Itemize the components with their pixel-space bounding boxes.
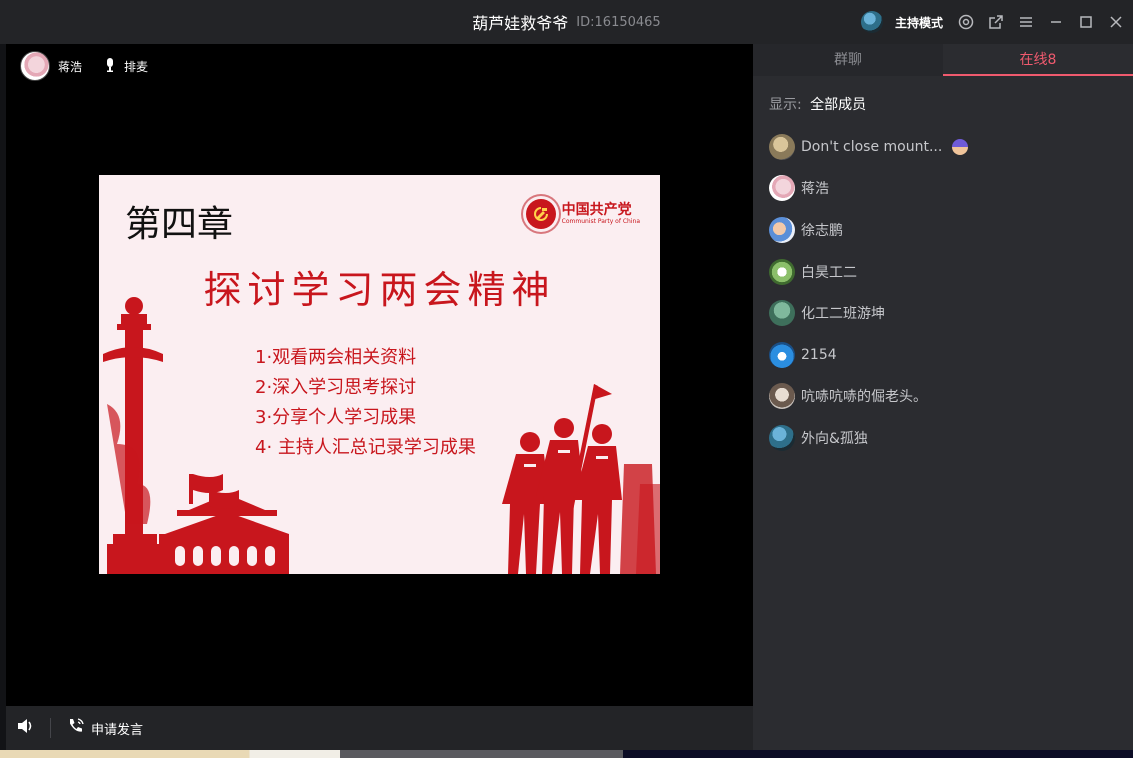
logo-chinese-text: 中国共产党 xyxy=(561,202,632,218)
queue-button[interactable]: 排麦 xyxy=(124,58,148,75)
avatar xyxy=(769,383,795,410)
member-name: 白昊工二 xyxy=(801,264,857,281)
mic-icon xyxy=(104,57,116,76)
volume-icon[interactable] xyxy=(16,717,34,739)
host-mode-label[interactable]: 主持模式 xyxy=(895,14,943,31)
panel-tabs: 群聊 在线8 xyxy=(753,44,1133,76)
avatar xyxy=(769,216,795,243)
hammer-sickle-icon xyxy=(525,199,556,229)
agenda-item: 3·分享个人学习成果 xyxy=(255,407,417,428)
agenda-item: 2·深入学习思考探讨 xyxy=(255,377,417,398)
list-item[interactable]: 外向&孤独 xyxy=(769,417,1117,459)
speaker-name: 蒋浩 xyxy=(58,59,83,74)
member-filter: 显示: 全部成员 xyxy=(753,76,1133,122)
list-item[interactable]: 蒋浩 xyxy=(769,168,1117,210)
member-panel: 群聊 在线8 显示: 全部成员 Don't close mount... 蒋浩 … xyxy=(753,44,1133,750)
avatar xyxy=(769,341,795,368)
slide-heading: 探讨学习两会精神 xyxy=(203,268,556,312)
agenda-item: 1·观看两会相关资料 xyxy=(255,347,417,368)
avatar xyxy=(769,424,795,451)
room-name: 葫芦娃救爷爷 xyxy=(472,14,569,33)
member-badge-icon xyxy=(952,138,969,155)
target-icon[interactable] xyxy=(957,13,975,31)
slide-chapter-title: 第四章 xyxy=(125,204,234,245)
request-speak-button[interactable]: 申请发言 xyxy=(67,717,143,739)
title-bar: 葫芦娃救爷爷 ID:16150465 主持模式 xyxy=(0,0,1133,44)
close-icon[interactable] xyxy=(1107,13,1125,31)
agenda-item: 4· 主持人汇总记录学习成果 xyxy=(255,437,476,458)
party-logo: 中国共产党 Communist Party of China xyxy=(525,199,640,229)
list-item[interactable]: 徐志鹏 xyxy=(769,209,1117,251)
phone-icon xyxy=(67,717,85,739)
member-name: 化工二班游坤 xyxy=(801,306,885,323)
logo-english-text: Communist Party of China xyxy=(561,218,640,225)
host-avatar[interactable] xyxy=(860,11,883,33)
toolbar-divider xyxy=(50,718,51,738)
presentation-slide: 第四章 中国共产党 Communist Party of China 探讨学习两… xyxy=(99,175,660,574)
minimize-icon[interactable] xyxy=(1047,13,1065,31)
avatar xyxy=(769,300,795,327)
tab-group-chat[interactable]: 群聊 xyxy=(753,44,943,76)
list-item[interactable]: 吭哧吭哧的倔老头。 xyxy=(769,376,1117,418)
avatar xyxy=(769,133,795,160)
room-id: ID:16150465 xyxy=(576,14,661,30)
filter-dropdown[interactable]: 全部成员 xyxy=(810,97,866,113)
slide-agenda-list: 1·观看两会相关资料 2·深入学习思考探讨 3·分享个人学习成果 4· 主持人汇… xyxy=(255,343,476,463)
speaker-avatar[interactable] xyxy=(20,51,50,81)
desktop-background-strip xyxy=(0,750,1133,758)
member-name: 徐志鹏 xyxy=(801,222,843,239)
speaker-bar: 蒋浩 排麦 xyxy=(20,50,148,82)
filter-label: 显示: xyxy=(769,97,802,113)
tab-online[interactable]: 在线8 xyxy=(943,44,1133,76)
popout-icon[interactable] xyxy=(987,13,1005,31)
list-item[interactable]: 化工二班游坤 xyxy=(769,292,1117,334)
list-item[interactable]: Don't close mount... xyxy=(769,126,1117,168)
list-item[interactable]: 白昊工二 xyxy=(769,251,1117,293)
member-name: Don't close mount... xyxy=(801,138,943,155)
avatar xyxy=(769,175,795,202)
avatar xyxy=(769,258,795,285)
title-bar-controls: 主持模式 xyxy=(860,0,1125,44)
marching-soldiers-illustration xyxy=(502,384,660,574)
request-speak-label: 申请发言 xyxy=(91,722,144,738)
member-name: 外向&孤独 xyxy=(801,430,868,447)
bottom-toolbar: 申请发言 xyxy=(6,706,753,750)
video-stage: 蒋浩 排麦 第四章 中国共产党 Communist Party of China… xyxy=(6,44,753,706)
member-name: 吭哧吭哧的倔老头。 xyxy=(801,389,927,406)
member-name: 蒋浩 xyxy=(801,181,829,198)
maximize-icon[interactable] xyxy=(1077,13,1095,31)
member-list: Don't close mount... 蒋浩 徐志鹏 白昊工二 化工二班游坤 … xyxy=(753,122,1133,463)
menu-icon[interactable] xyxy=(1017,13,1035,31)
member-name: 2154 xyxy=(801,346,837,363)
list-item[interactable]: 2154 xyxy=(769,334,1117,376)
